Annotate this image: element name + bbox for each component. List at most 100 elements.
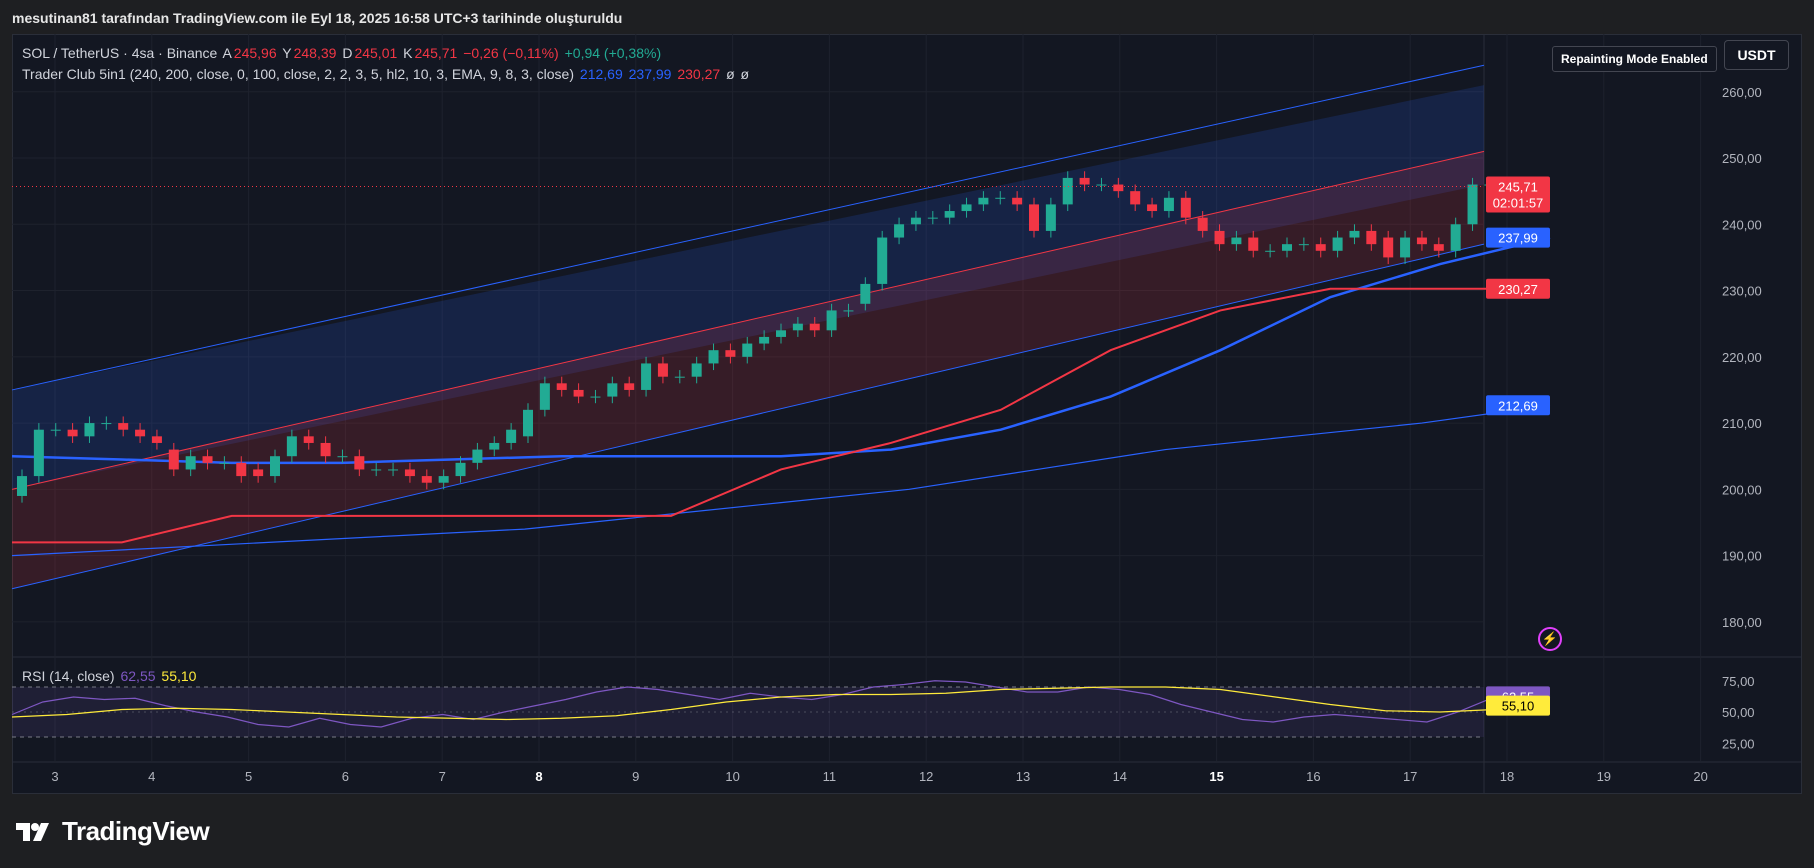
price-tick-label: 230,00 [1722,284,1762,299]
candle-body [657,363,668,377]
lightning-icon[interactable]: ⚡ [1538,627,1562,651]
symbol-name[interactable]: SOL / TetherUS · 4sa · Binance [22,45,217,61]
candle-body [691,363,702,377]
candle-body [792,323,803,331]
candle-body [135,429,146,437]
candle-body [84,423,95,437]
price-tick-label: 190,00 [1722,549,1762,564]
low-value: 245,01 [354,45,398,61]
candle-body [894,224,905,238]
candle-body [1180,197,1191,218]
candle-body [354,456,365,470]
candle-body [995,197,1006,199]
time-tick-label: 10 [725,769,739,784]
candle-body [1197,217,1208,231]
price-tick-label: 260,00 [1722,85,1762,100]
rsi-tick-label: 50,00 [1722,705,1755,720]
candle-body [101,423,112,425]
candle-body [1163,197,1174,212]
candle-body [1282,244,1292,251]
candle-body [1433,244,1444,251]
open-value: 245,96 [233,45,277,61]
candle-body [168,449,179,470]
candle-body [607,383,618,397]
time-tick-label: 3 [51,769,58,784]
mid-channel-line [11,150,1485,490]
candle-body [1248,237,1259,251]
candle-body [185,456,196,470]
time-tick-label: 12 [919,769,933,784]
currency-button[interactable]: USDT [1724,40,1789,70]
time-tick-label: 8 [535,769,542,784]
candle-body [1467,184,1478,225]
candle-body [472,449,483,463]
time-tick-label: 18 [1500,769,1514,784]
candle-body [1349,230,1360,238]
candle-body [877,237,888,284]
candle-body [404,469,415,477]
price-label: 230,27 [1498,282,1538,297]
countdown-label: 02:01:57 [1493,195,1544,210]
indicator-legend: Trader Club 5in1 (240, 200, close, 0, 10… [22,66,751,82]
candle-body [1113,184,1124,192]
candle-body [1130,191,1141,205]
candle-body [270,456,280,477]
close-label: K [403,45,413,61]
price-tick-label: 220,00 [1722,350,1762,365]
time-tick-label: 6 [342,769,349,784]
candle-body [17,476,27,496]
price-tick-label: 250,00 [1722,151,1762,166]
time-tick-label: 16 [1306,769,1320,784]
candle-body [253,469,264,477]
candle-body [286,436,297,457]
candle-body [489,442,500,450]
price-tick-label: 200,00 [1722,482,1762,497]
indicator-name[interactable]: Trader Club 5in1 (240, 200, close, 0, 10… [22,66,574,82]
high-value: 248,39 [293,45,337,61]
time-tick-label: 13 [1016,769,1030,784]
rsi-tick-label: 75,00 [1722,674,1755,689]
tradingview-logo: TradingView [14,816,210,847]
candle-body [708,350,719,364]
candle-body [1383,237,1394,258]
candle-body [539,383,550,410]
time-tick-label: 7 [439,769,446,784]
candle-body [742,343,753,357]
candle-body [438,476,449,483]
candle-body [523,409,533,437]
tradingview-logo-icon [16,822,49,841]
symbol-legend: SOL / TetherUS · 4sa · Binance A 245,96 Y… [22,45,663,61]
candle-body [759,336,770,344]
price-label: 212,69 [1498,398,1538,413]
candle-body [1450,224,1461,251]
candle-body [67,429,78,437]
time-tick-label: 4 [148,769,155,784]
time-tick-label: 17 [1403,769,1417,784]
candle-body [1214,230,1225,245]
indicator-value-1: 212,69 [579,66,623,82]
candle-body [843,310,854,312]
candle-body [1029,204,1039,231]
candle-body [33,429,44,477]
time-tick-label: 19 [1597,769,1611,784]
time-tick-label: 9 [632,769,639,784]
price-chart[interactable]: 260,00 250,00 240,00 230,00 220,00 210,00 200,… [0,0,1814,868]
rsi-tick-label: 25,00 [1722,736,1755,751]
rsi-ma-value: 55,10 [161,668,197,684]
time-tick-label: 14 [1113,769,1127,784]
candle-body [910,217,921,225]
indicator-value-5: ø [740,66,750,82]
candle-body [1400,237,1411,258]
candle-body [860,283,871,304]
candle-body [961,204,972,212]
candle-body [1315,244,1326,251]
candle-body [590,396,601,398]
candle-body [1265,250,1276,252]
rsi-name[interactable]: RSI (14, close) [22,668,115,684]
price-tick-label: 240,00 [1722,217,1762,232]
candle-body [236,462,247,477]
candle-body [556,383,567,390]
candle-body [1416,237,1427,245]
candle-body [1298,244,1309,246]
indicator-value-3: 230,27 [677,66,721,82]
